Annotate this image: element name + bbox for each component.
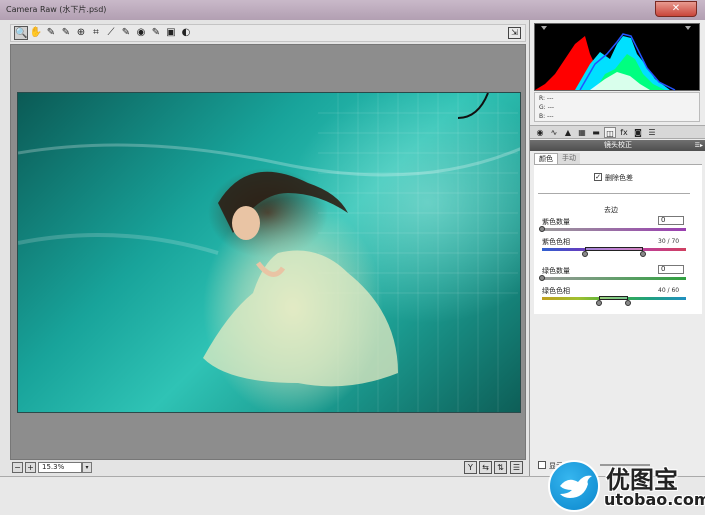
preview-canvas[interactable]	[10, 44, 526, 460]
purple-amount-thumb[interactable]	[539, 226, 545, 232]
graduated-filter-icon[interactable]: ▣	[164, 26, 178, 40]
view-toggle-y-button[interactable]: Y	[464, 461, 477, 474]
purple-hue-range	[585, 247, 643, 251]
adjustment-brush-icon[interactable]: ✎	[149, 26, 163, 40]
red-eye-tool-icon[interactable]: ◉	[134, 26, 148, 40]
underwater-photo-art	[18, 93, 520, 412]
zoom-tool-icon[interactable]: 🔍	[14, 26, 28, 40]
watermark-en: utobao.com	[604, 490, 705, 509]
hand-tool-icon[interactable]: ✋	[29, 26, 43, 40]
green-amount-slider[interactable]	[542, 277, 686, 280]
blue-readout: B: ---	[539, 113, 554, 120]
effects-tab-icon[interactable]: fx	[618, 127, 630, 138]
canvas-bottom-bar: − + 15.3% ▾ Y ⇆ ⇅ ☰	[10, 461, 526, 475]
histogram	[534, 23, 700, 91]
hsl-tab-icon[interactable]: ▦	[576, 127, 588, 138]
view-copy-button[interactable]: ⇅	[494, 461, 507, 474]
green-hue-range	[599, 296, 628, 300]
zoom-dropdown-icon[interactable]: ▾	[82, 462, 92, 473]
panel-menu-icon[interactable]: ☰▸	[695, 140, 703, 151]
lens-color-content: ✓ 删除色差 去边 紫色数量 0 紫色色相 30 / 70 绿色数量 0 绿色色…	[534, 164, 702, 314]
red-readout: R: ---	[539, 95, 554, 102]
camera-raw-window: Camera Raw (水下片.psd) ✕ 🔍 ✋ ✎ ✎ ⊕ ⌗ ⟋ ✎ ◉ ✎ ▣ ◐ ⇲ − …	[0, 0, 705, 515]
section-title: 镜头校正	[604, 141, 632, 149]
green-readout: G: ---	[539, 104, 555, 111]
defringe-title: 去边	[604, 206, 618, 214]
purple-amount-label: 紫色数量	[542, 218, 570, 226]
tab-manual[interactable]: 手动	[558, 153, 580, 164]
green-hue-label: 绿色色相	[542, 287, 570, 295]
tab-color[interactable]: 颜色	[534, 153, 558, 164]
divider	[538, 193, 690, 194]
remove-ca-checkbox[interactable]: ✓	[594, 173, 602, 181]
show-mask-checkbox[interactable]	[538, 461, 546, 469]
basic-tab-icon[interactable]: ◉	[534, 127, 546, 138]
view-settings-button[interactable]: ☰	[510, 461, 523, 474]
tone-curve-tab-icon[interactable]: ∿	[548, 127, 560, 138]
green-hue-end-thumb[interactable]	[625, 300, 631, 306]
fullscreen-icon[interactable]: ⇲	[508, 27, 521, 39]
purple-hue-end-thumb[interactable]	[640, 251, 646, 257]
preview-image	[17, 92, 521, 413]
bird-logo-icon	[548, 460, 600, 512]
adjustment-panel: R: --- G: --- B: --- ◉ ∿ ▲ ▦ ▬ ◫ fx ◙ ☰ 镜头校正 ☰▸ …	[529, 20, 705, 476]
target-adjustment-tool-icon[interactable]: ⊕	[74, 26, 88, 40]
green-hue-start-thumb[interactable]	[596, 300, 602, 306]
preferences-icon[interactable]: ◐	[179, 26, 193, 40]
title-bar: Camera Raw (水下片.psd) ✕	[0, 0, 705, 20]
view-swap-button[interactable]: ⇆	[479, 461, 492, 474]
spot-removal-tool-icon[interactable]: ✎	[119, 26, 133, 40]
zoom-level-field[interactable]: 15.3%	[38, 462, 82, 473]
rgb-readout: R: --- G: --- B: ---	[534, 92, 700, 122]
white-balance-tool-icon[interactable]: ✎	[44, 26, 58, 40]
green-amount-field[interactable]: 0	[658, 265, 684, 274]
purple-hue-value: 30 / 70	[658, 238, 680, 245]
remove-ca-label: 删除色差	[605, 174, 633, 182]
close-button[interactable]: ✕	[655, 1, 697, 17]
green-hue-value: 40 / 60	[658, 287, 680, 294]
panel-tab-bar: ◉ ∿ ▲ ▦ ▬ ◫ fx ◙ ☰	[530, 125, 705, 139]
lens-corrections-tab-icon[interactable]: ◫	[604, 127, 616, 138]
camera-calibration-tab-icon[interactable]: ◙	[632, 127, 644, 138]
green-amount-label: 绿色数量	[542, 267, 570, 275]
straighten-tool-icon[interactable]: ⟋	[104, 26, 118, 40]
purple-amount-field[interactable]: 0	[658, 216, 684, 225]
histogram-graph	[535, 26, 691, 91]
split-toning-tab-icon[interactable]: ▬	[590, 127, 602, 138]
green-amount-thumb[interactable]	[539, 275, 545, 281]
lens-corrections-header: 镜头校正 ☰▸	[530, 140, 705, 151]
crop-tool-icon[interactable]: ⌗	[89, 26, 103, 40]
color-sampler-tool-icon[interactable]: ✎	[59, 26, 73, 40]
detail-tab-icon[interactable]: ▲	[562, 127, 574, 138]
purple-hue-label: 紫色色相	[542, 238, 570, 246]
lens-subtabs: 颜色 手动	[534, 153, 702, 164]
watermark: 优图宝 utobao.com	[548, 458, 705, 515]
zoom-out-button[interactable]: −	[12, 462, 23, 473]
presets-tab-icon[interactable]: ☰	[646, 127, 658, 138]
purple-amount-slider[interactable]	[542, 228, 686, 231]
tool-bar: 🔍 ✋ ✎ ✎ ⊕ ⌗ ⟋ ✎ ◉ ✎ ▣ ◐ ⇲	[10, 24, 526, 42]
window-title: Camera Raw (水下片.psd)	[6, 5, 107, 14]
zoom-in-button[interactable]: +	[25, 462, 36, 473]
purple-hue-start-thumb[interactable]	[582, 251, 588, 257]
